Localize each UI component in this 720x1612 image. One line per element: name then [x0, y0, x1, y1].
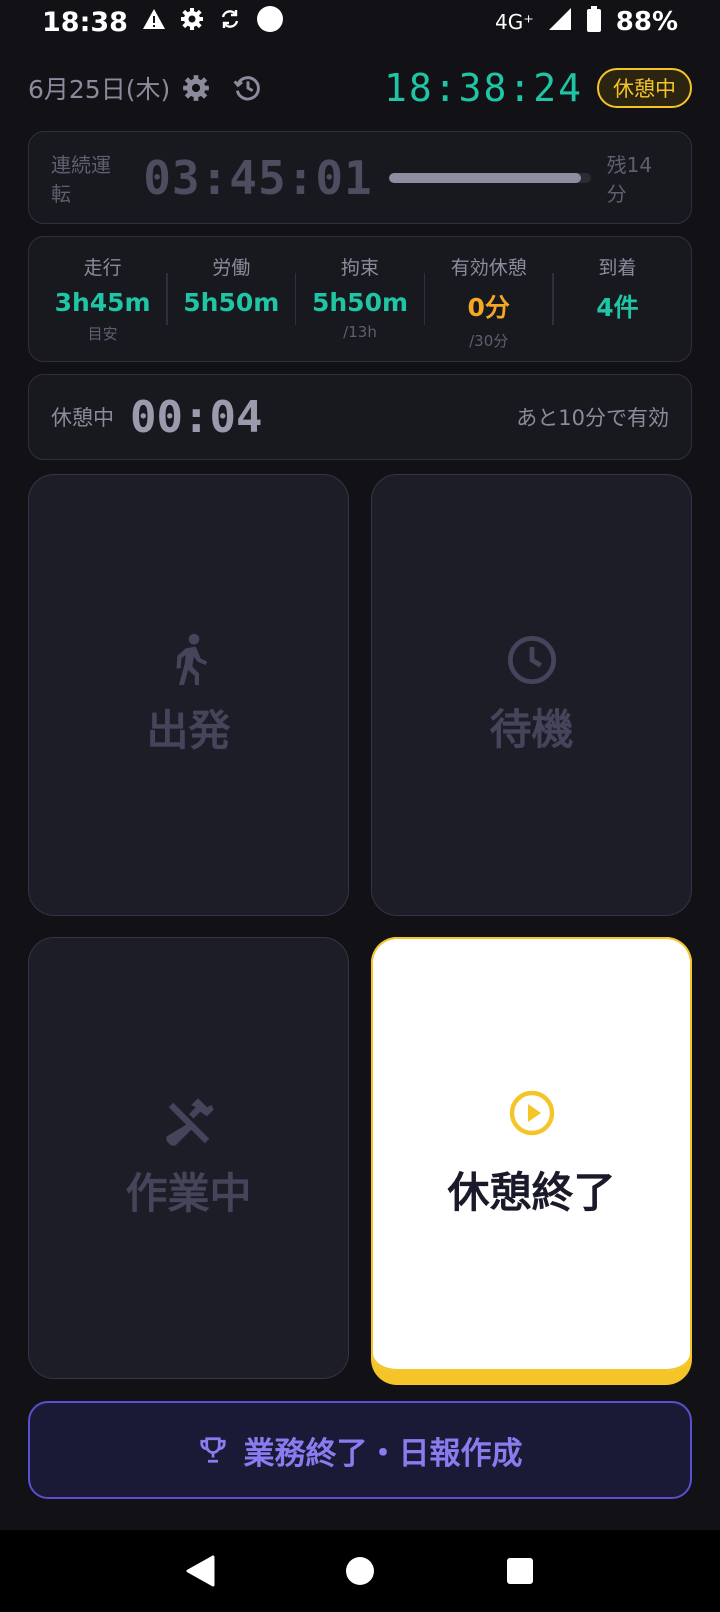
- trophy-icon: [198, 1435, 228, 1465]
- continuous-driving-label: 連続運転: [51, 152, 111, 206]
- stat-value: 5h50m: [311, 288, 409, 317]
- stat-value: 0分: [467, 293, 510, 322]
- header: 6月25日(木) 18:38:24 休憩中: [28, 62, 692, 114]
- end-work-report-label: 業務終了・日報作成: [243, 1435, 523, 1472]
- stat-value: 5h50m: [183, 288, 280, 317]
- break-timer: 00:04: [130, 391, 263, 443]
- history-icon[interactable]: [232, 72, 264, 104]
- settings-notification-icon: [180, 7, 204, 38]
- recents-button[interactable]: [490, 1541, 550, 1601]
- status-badge: 休憩中: [597, 68, 692, 108]
- stat-effective-break: 有効休憩 0分 /30分: [425, 251, 552, 350]
- stat-driving: 走行 3h45m 目安: [39, 251, 166, 347]
- back-button[interactable]: [170, 1541, 230, 1601]
- gear-icon[interactable]: [182, 74, 210, 102]
- current-clock: 18:38:24: [383, 66, 583, 110]
- continuous-driving-remaining: 残14分: [606, 152, 653, 206]
- end-break-button[interactable]: 休憩終了: [371, 937, 692, 1379]
- stat-sub: /13h: [343, 323, 377, 341]
- network-type: 4G⁺: [494, 10, 534, 34]
- clock-icon: [506, 634, 558, 686]
- battery-level: 88%: [615, 7, 678, 37]
- stat-restraint: 拘束 5h50m /13h: [296, 251, 423, 347]
- working-label: 作業中: [125, 1168, 252, 1218]
- standby-button[interactable]: 待機: [371, 474, 692, 916]
- home-button[interactable]: [330, 1541, 390, 1601]
- stat-sub: /30分: [469, 332, 509, 350]
- date-label: 6月25日(木): [28, 75, 171, 104]
- continuous-driving-progress-fill: [388, 172, 581, 183]
- standby-label: 待機: [489, 704, 574, 754]
- signal-icon: [548, 7, 572, 38]
- play-circle-icon: [508, 1089, 556, 1137]
- stat-sub: 目安: [87, 325, 118, 343]
- hammer-wrench-icon: [162, 1096, 216, 1150]
- stat-label: 到着: [598, 257, 637, 279]
- circle-notification-icon: [256, 5, 284, 40]
- battery-icon: [586, 5, 602, 39]
- stat-value: 3h45m: [54, 288, 151, 317]
- stat-working: 労働 5h50m: [168, 251, 295, 347]
- system-navigation-bar: [0, 1530, 720, 1612]
- break-card: 休憩中 00:04 あと10分で有効: [28, 374, 692, 460]
- sync-icon: [218, 7, 242, 38]
- warning-icon: [142, 7, 166, 37]
- end-work-report-button[interactable]: 業務終了・日報作成: [28, 1401, 692, 1499]
- status-bar: 18:38 4G⁺ 88%: [0, 0, 720, 44]
- break-note: あと10分で有効: [516, 406, 669, 430]
- continuous-driving-progress: [388, 172, 591, 183]
- stat-label: 有効休憩: [450, 257, 527, 279]
- walking-person-icon: [169, 633, 209, 687]
- depart-button[interactable]: 出発: [28, 474, 349, 916]
- continuous-driving-card: 連続運転 03:45:01 残14分: [28, 131, 692, 224]
- stat-value: 4件: [596, 293, 639, 322]
- break-label: 休憩中: [51, 406, 114, 430]
- stat-label: 拘束: [341, 257, 380, 279]
- depart-label: 出発: [146, 705, 231, 755]
- continuous-driving-time: 03:45:01: [143, 150, 373, 205]
- status-time: 18:38: [42, 6, 128, 38]
- end-break-label: 休憩終了: [447, 1167, 616, 1217]
- stat-label: 労働: [212, 257, 251, 279]
- working-button[interactable]: 作業中: [28, 937, 349, 1379]
- stat-label: 走行: [83, 257, 122, 279]
- stats-card: 走行 3h45m 目安 労働 5h50m 拘束 5h50m /13h 有効休憩 …: [28, 236, 692, 362]
- stat-arrivals: 到着 4件: [554, 251, 681, 347]
